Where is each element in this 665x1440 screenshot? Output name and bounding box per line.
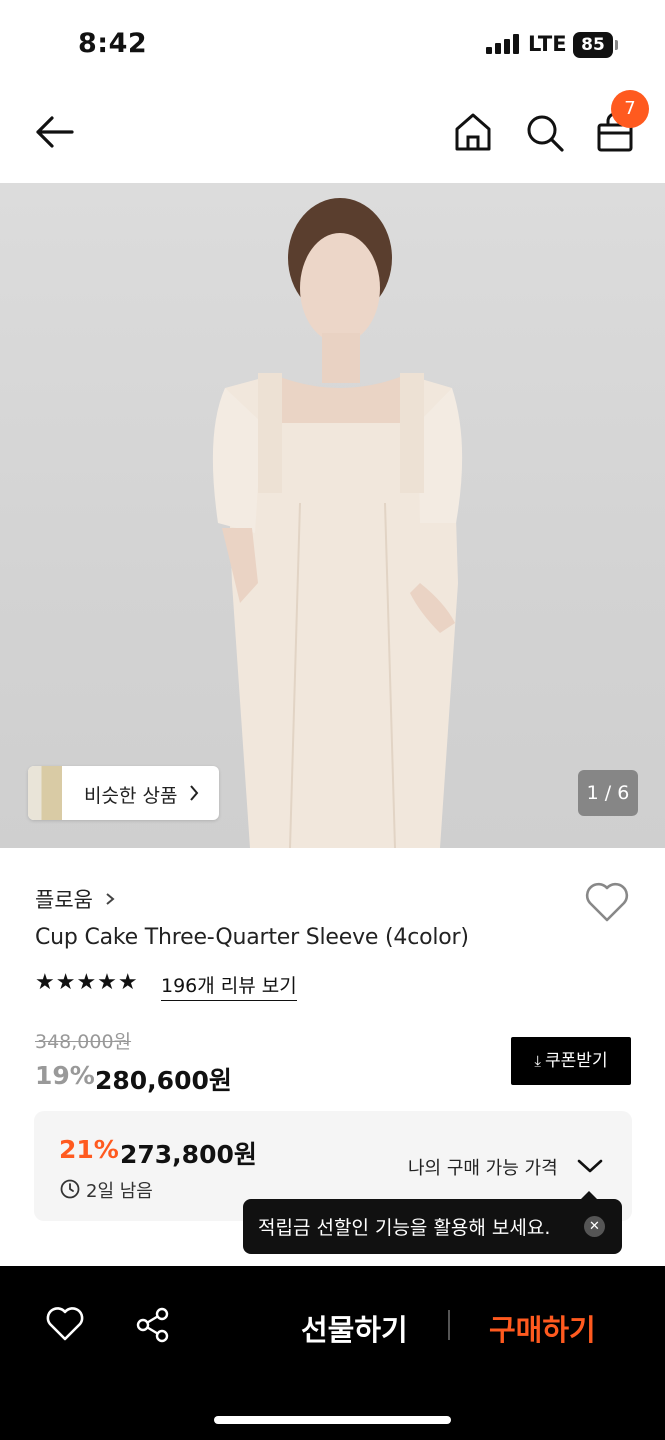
close-icon[interactable]: ✕ (584, 1216, 605, 1237)
home-indicator[interactable] (214, 1416, 451, 1424)
image-counter: 1 / 6 (578, 770, 638, 816)
chevron-right-icon (106, 893, 115, 905)
gift-button[interactable]: 선물하기 (301, 1307, 408, 1349)
product-photo-illustration (212, 198, 463, 848)
product-title: Cup Cake Three-Quarter Sleeve (4color) (35, 925, 469, 950)
my-price: 273,800원 (120, 1140, 257, 1169)
rating-stars: ★★★★★ (35, 970, 139, 995)
heart-icon[interactable] (584, 880, 630, 924)
share-icon[interactable] (134, 1306, 172, 1344)
home-icon[interactable] (452, 110, 494, 154)
similar-thumbnail (28, 766, 62, 820)
signal-icon (486, 34, 520, 54)
back-arrow-icon[interactable] (32, 112, 78, 152)
my-price-label: 나의 구매 가능 가격 (408, 1158, 558, 1179)
search-icon[interactable] (524, 110, 566, 154)
network-type: LTE (528, 32, 567, 56)
brand-link[interactable]: 플로움 (35, 884, 93, 914)
my-discount-rate: 21% (59, 1135, 119, 1164)
battery-icon: 85 (573, 32, 618, 58)
battery-level: 85 (573, 32, 613, 58)
clock-icon (60, 1179, 80, 1199)
review-link[interactable]: 196개 리뷰 보기 (161, 971, 297, 1001)
similar-products-label: 비슷한 상품 (84, 785, 178, 807)
status-bar: 8:42 LTE 85 (0, 0, 665, 88)
heart-icon[interactable] (46, 1306, 84, 1342)
divider (448, 1310, 450, 1340)
original-price: 348,000원 (35, 1031, 132, 1053)
buy-button[interactable]: 구매하기 (489, 1307, 596, 1349)
top-nav (0, 88, 665, 183)
similar-products-button[interactable]: 비슷한 상품 (28, 766, 219, 820)
chevron-right-icon (190, 785, 199, 801)
discount-rate: 19% (35, 1061, 95, 1090)
chevron-down-icon[interactable] (576, 1156, 604, 1176)
cart-count-badge: 7 (611, 90, 649, 128)
product-image[interactable]: 비슷한 상품 1 / 6 (0, 183, 665, 848)
coupon-button-label: 쿠폰받기 (545, 1051, 608, 1071)
remaining-time: 2일 남음 (86, 1181, 153, 1202)
bottom-action-bar: 선물하기 구매하기 (0, 1266, 665, 1440)
status-time: 8:42 (78, 28, 148, 59)
tooltip-text: 적립금 선할인 기능을 활용해 보세요. (258, 1217, 551, 1239)
coupon-button[interactable]: ⤓ 쿠폰받기 (511, 1037, 631, 1085)
points-tooltip: 적립금 선할인 기능을 활용해 보세요. ✕ (243, 1191, 622, 1254)
download-icon: ⤓ (534, 1052, 542, 1070)
sale-price: 280,600원 (95, 1066, 232, 1095)
